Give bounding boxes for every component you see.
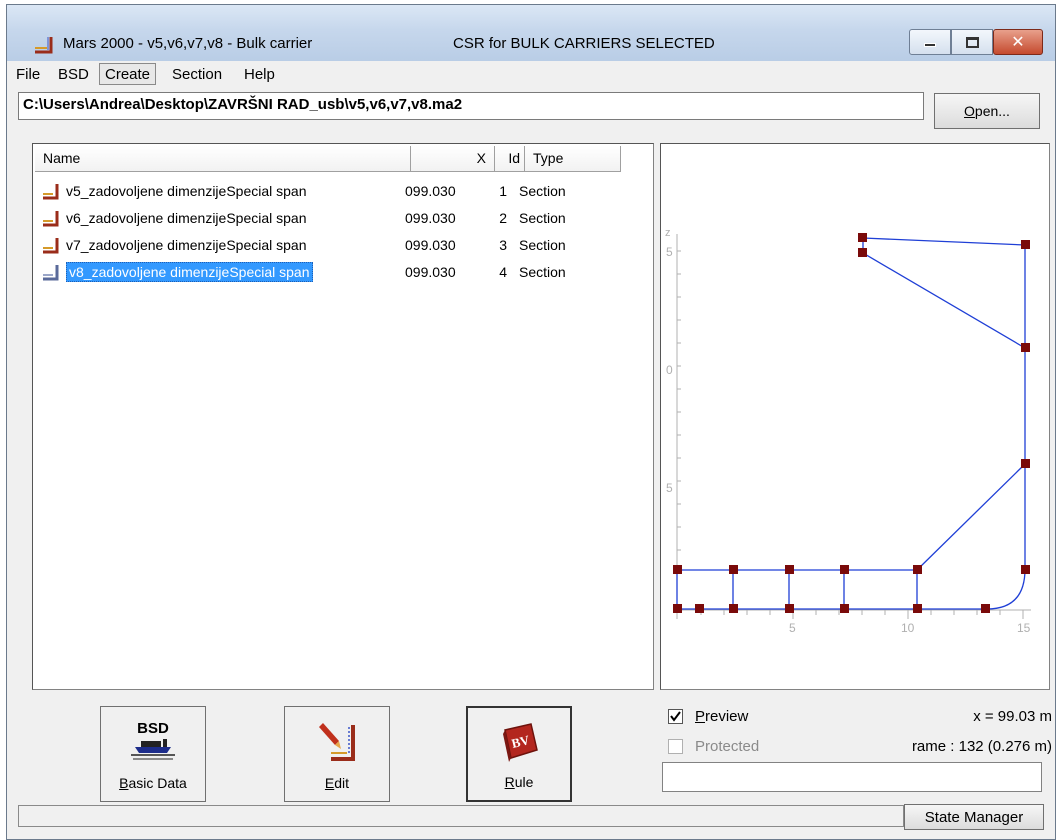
minimize-icon	[924, 43, 936, 47]
row-type: Section	[519, 210, 566, 226]
rule-button[interactable]: BV Rule	[466, 706, 572, 802]
x-tick-label: 15	[1017, 621, 1031, 635]
menu-section[interactable]: Section	[167, 64, 227, 86]
rule-label: Rule	[505, 774, 534, 790]
section-icon	[43, 265, 59, 281]
checkmark-icon	[670, 711, 681, 722]
y-tick-label: 5	[666, 481, 673, 495]
open-button[interactable]: Open...	[934, 93, 1040, 129]
frame-readout: rame : 132 (0.276 m)	[911, 738, 1052, 755]
edit-label: Edit	[325, 775, 349, 791]
maximize-icon	[965, 36, 979, 48]
preview-checkbox[interactable]: Preview	[668, 708, 748, 725]
row-type: Section	[519, 237, 566, 253]
column-name[interactable]: Name	[35, 146, 411, 172]
open-label-mnemonic: O	[964, 103, 975, 119]
section-list[interactable]: Name X Id Type v5_zadovoljene dimenzijeS…	[32, 143, 654, 690]
column-x[interactable]: X	[411, 146, 495, 172]
ship-icon: BSD	[131, 720, 175, 760]
row-type: Section	[519, 183, 566, 199]
protected-label: Protected	[695, 738, 760, 755]
row-type: Section	[519, 264, 566, 280]
section-preview[interactable]: z 5 0 5 5 10 15	[660, 143, 1050, 690]
row-x: 099.030	[405, 183, 456, 199]
x-tick-label: 10	[901, 621, 915, 635]
selected-name: v8_zadovoljene dimenzijeSpecial span	[66, 262, 313, 282]
basic-data-text: asic Data	[128, 775, 187, 791]
row-id: 2	[499, 210, 507, 226]
row-id: 3	[499, 237, 507, 253]
x-position-readout: x = 99.03 m	[973, 708, 1052, 725]
section-outline	[676, 237, 1026, 610]
section-preview-canvas: z 5 0 5 5 10 15	[665, 227, 1031, 635]
z-axis-label: z	[665, 227, 671, 239]
basic-data-button[interactable]: BSD Basic Data	[100, 706, 206, 802]
close-icon: ✕	[1011, 34, 1025, 51]
maximize-button[interactable]	[951, 29, 993, 55]
row-id: 4	[499, 264, 507, 280]
row-name: v5_zadovoljene dimenzijeSpecial span	[66, 183, 307, 199]
bsd-icon-text: BSD	[137, 720, 169, 737]
x-tick-label: 5	[789, 621, 796, 635]
status-bar	[18, 805, 904, 827]
rule-mnemonic: R	[504, 774, 515, 790]
y-axis-ticks	[677, 250, 681, 574]
section-icon	[43, 238, 59, 254]
menu-help[interactable]: Help	[239, 64, 280, 86]
column-id[interactable]: Id	[495, 146, 525, 172]
menu-file[interactable]: File	[11, 64, 45, 86]
row-x: 099.030	[405, 264, 456, 280]
basic-data-label: Basic Data	[119, 775, 187, 791]
file-path-field[interactable]: C:\Users\Andrea\Desktop\ZAVRŠNI RAD_usb\…	[18, 92, 924, 120]
row-name: v7_zadovoljene dimenzijeSpecial span	[66, 237, 307, 253]
preview-checkbox-box[interactable]	[668, 709, 683, 724]
row-name: v6_zadovoljene dimenzijeSpecial span	[66, 210, 307, 226]
list-row-selected[interactable]: v8_zadovoljene dimenzijeSpecial span 099…	[35, 259, 587, 285]
list-row[interactable]: v6_zadovoljene dimenzijeSpecial span 099…	[35, 205, 587, 231]
title-bar: Mars 2000 - v5,v6,v7,v8 - Bulk carrier C…	[7, 5, 1055, 61]
y-tick-label: 0	[666, 363, 673, 377]
edit-mnemonic: E	[324, 775, 335, 791]
x-axis-ticks	[700, 610, 1024, 619]
list-row[interactable]: v7_zadovoljene dimenzijeSpecial span 099…	[35, 232, 587, 258]
protected-checkbox-box	[668, 739, 683, 754]
menu-create[interactable]: Create	[99, 63, 157, 85]
list-header: Name X Id Type	[35, 146, 621, 172]
section-icon	[43, 184, 59, 200]
y-tick-label: 5	[666, 245, 673, 259]
rule-text: ule	[514, 774, 534, 790]
list-row[interactable]: v5_zadovoljene dimenzijeSpecial span 099…	[35, 178, 587, 204]
preview-mnemonic: P	[695, 708, 706, 725]
row-name: v8_zadovoljene dimenzijeSpecial span	[63, 262, 393, 282]
close-button[interactable]: ✕	[993, 29, 1043, 55]
open-label: pen...	[974, 103, 1010, 119]
preview-text: review	[705, 708, 749, 725]
row-x: 099.030	[405, 210, 456, 226]
menu-bar: File BSD Create Section Help	[7, 61, 1055, 87]
section-nodes	[673, 233, 1030, 613]
protected-checkbox: Protected	[668, 738, 759, 755]
edit-button[interactable]: Edit	[284, 706, 390, 802]
edit-icon	[319, 723, 355, 761]
rule-book-icon: BV	[503, 723, 538, 762]
section-icon	[43, 211, 59, 227]
app-icon	[35, 37, 53, 54]
window-subtitle: CSR for BULK CARRIERS SELECTED	[453, 35, 715, 52]
edit-text: dit	[334, 775, 350, 791]
menu-bsd[interactable]: BSD	[53, 64, 94, 86]
row-id: 1	[499, 183, 507, 199]
state-manager-button[interactable]: State Manager	[904, 804, 1044, 830]
window-title: Mars 2000 - v5,v6,v7,v8 - Bulk carrier	[63, 35, 313, 52]
row-x: 099.030	[405, 237, 456, 253]
minimize-button[interactable]	[909, 29, 951, 55]
column-type[interactable]: Type	[525, 146, 621, 172]
preview-label: Preview	[695, 708, 748, 725]
info-field	[662, 762, 1042, 792]
